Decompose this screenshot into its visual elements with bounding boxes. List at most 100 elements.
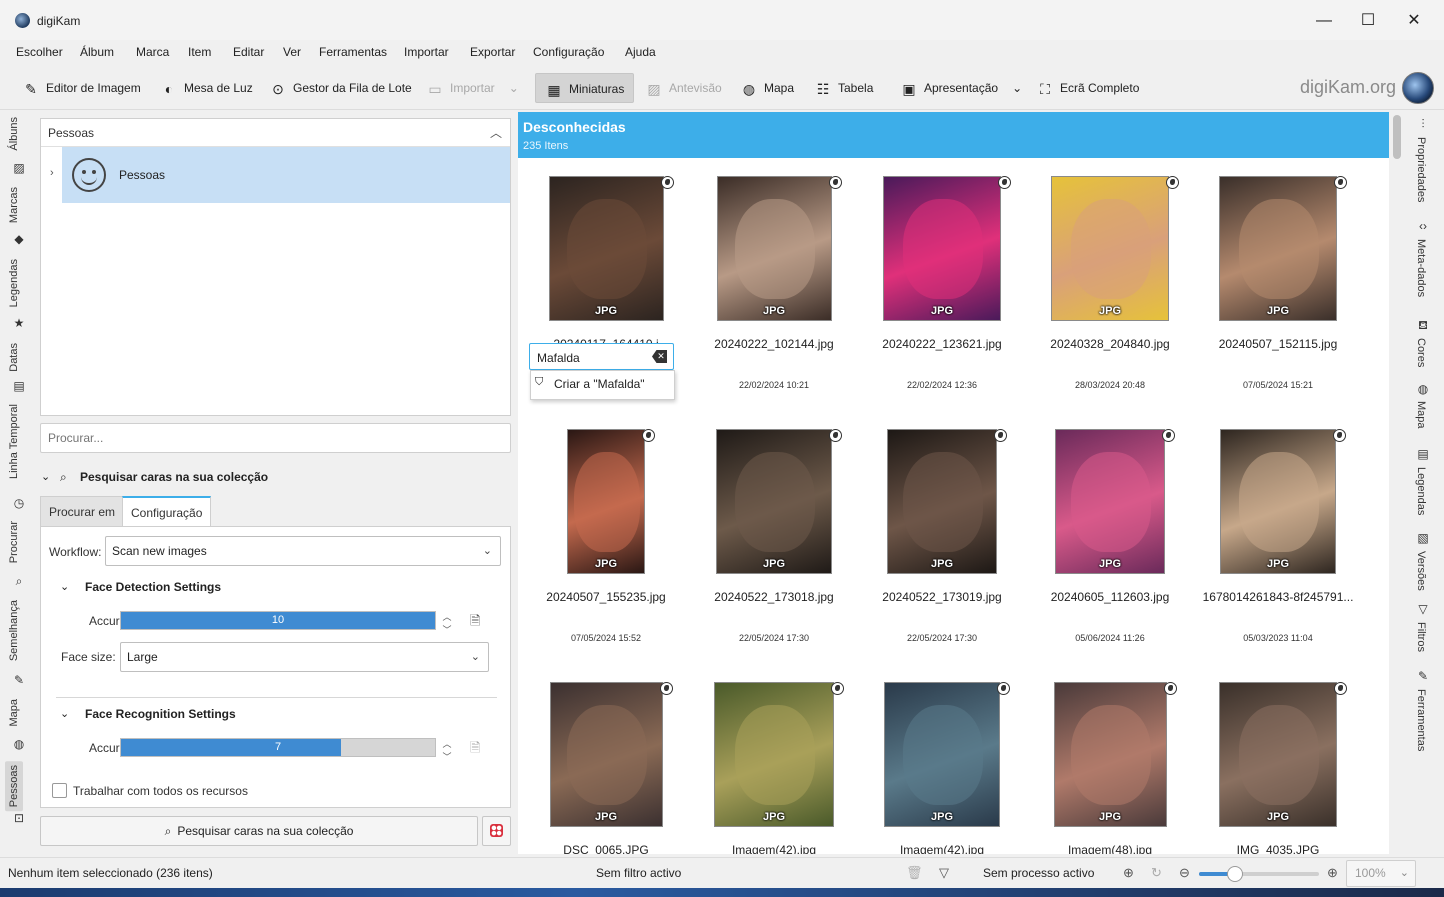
document-icon[interactable]: 🗎 [470,739,480,761]
tab-meta-dados[interactable]: Meta-dados [1415,239,1427,297]
tab-linha-temporal[interactable]: Linha Temporal [8,404,20,479]
detection-accuracy-bar[interactable]: 10 [120,611,436,630]
tab-procurar-em[interactable]: Procurar em [40,496,125,527]
zoom-in-icon[interactable]: ⊕ [1327,865,1338,881]
tab-marcas[interactable]: Marcas [8,187,20,223]
tab-procurar[interactable]: Procurar [8,521,20,563]
table-button[interactable]: ☷ Tabela [814,73,874,103]
tab-configuracao[interactable]: Configuração [122,496,212,527]
thumbnail-image[interactable]: JPG [1220,429,1336,574]
menu-configuracao[interactable]: Configuração [533,45,604,59]
menu-exportar[interactable]: Exportar [470,45,515,59]
create-tag-suggestion[interactable]: Criar a "Mafalda" [554,377,645,391]
tab-semelhanca[interactable]: Semelhança [8,600,20,661]
vertical-scrollbar[interactable] [1390,112,1404,854]
recognition-accuracy-bar[interactable]: 7 [120,738,436,757]
chevron-down-icon[interactable]: ⌄ [41,465,50,489]
close-button[interactable]: ✕ [1394,8,1434,34]
tab-filtros[interactable]: Filtros [1415,622,1427,652]
thumbnail-image[interactable]: JPG [716,176,832,321]
refresh-icon[interactable]: ↻ [1151,865,1162,881]
slideshow-dropdown-icon[interactable]: ⌄ [1012,81,1022,95]
import-button[interactable]: ▭ Importar ⌄ [426,73,519,103]
thumbnails-button[interactable]: ▦ Miniaturas [535,73,635,103]
preview-button[interactable]: ▨ Antevisão [645,73,721,103]
menu-item[interactable]: Item [188,45,211,59]
scrollbar-thumb[interactable] [1393,115,1401,159]
detection-accuracy-spinner[interactable]: ︿ ﹀ [440,611,454,639]
chevron-up-icon[interactable]: ︿ [490,119,502,147]
thumbnail-image[interactable]: JPG [1055,429,1165,574]
zoom-fit-icon[interactable]: ⊕ [1123,865,1134,881]
all-resources-checkbox[interactable] [52,783,67,798]
maximize-button[interactable]: ☐ [1348,8,1388,34]
clear-text-icon[interactable]: ✕ [652,350,667,363]
trash-icon[interactable]: 🗑 [906,865,923,881]
fullscreen-button[interactable]: ⛶ Ecrã Completo [1036,73,1139,103]
expand-arrow-icon[interactable]: › [50,167,54,179]
workflow-select[interactable]: Scan new images ⌄ [105,536,501,566]
zoom-slider-handle[interactable] [1227,866,1243,882]
image-editor-button[interactable]: ✎ Editor de Imagem [22,73,141,103]
filter-icon[interactable]: ▽ [939,865,949,881]
menu-editar[interactable]: Editar [233,45,264,59]
thumbnail-image[interactable]: JPG [1053,682,1167,827]
tab-versoes[interactable]: Versões [1415,551,1427,591]
tab-albuns[interactable]: Álbuns [8,117,20,151]
thumbnail-image[interactable]: JPG [1051,176,1169,321]
thumbnail-image[interactable]: JPG [1219,176,1337,321]
tab-ferramentas[interactable]: Ferramentas [1415,689,1427,751]
tab-datas[interactable]: Datas [8,343,20,372]
recognition-accuracy-spinner[interactable]: ︿ ﹀ [440,738,454,766]
tab-legendas-right[interactable]: Legendas [1415,467,1427,515]
chevron-down-icon[interactable]: ⌄ [60,707,69,720]
menu-ferramentas[interactable]: Ferramentas [319,45,387,59]
tab-pessoas[interactable]: Pessoas [5,761,23,812]
face-name-input[interactable]: Mafalda ✕ [529,343,674,370]
thumbnail-image[interactable]: JPG [884,682,1000,827]
menu-ajuda[interactable]: Ajuda [625,45,656,59]
thumbnail-image[interactable]: JPG [716,429,832,574]
import-dropdown-icon[interactable]: ⌄ [509,81,519,95]
menu-ver[interactable]: Ver [283,45,301,59]
tab-mapa-right[interactable]: Mapa [1415,401,1427,429]
people-panel-header[interactable]: Pessoas ︿ [41,119,510,147]
face-size-select[interactable]: Large ⌄ [120,642,489,672]
zoom-out-icon[interactable]: ⊖ [1179,865,1190,881]
face-scan-section: ⌄ ⌕ Pesquisar caras na sua colecção [40,465,511,489]
tab-legendas[interactable]: Legendas [8,259,20,307]
tab-mapa-left[interactable]: Mapa [8,699,20,727]
scan-faces-button[interactable]: ⌕ Pesquisar caras na sua colecção [40,816,478,846]
zoom-slider[interactable] [1199,866,1319,882]
slideshow-button[interactable]: ▣ Apresentação ⌄ [900,73,1022,103]
zoom-level-select[interactable]: 100% ⌄ [1346,860,1416,887]
minimize-button[interactable]: — [1304,8,1344,34]
map-button[interactable]: ◍ Mapa [740,73,794,103]
detection-settings-header[interactable]: ⌄ Face Detection Settings [60,580,221,594]
thumbnail-image[interactable]: JPG [548,176,664,321]
chevron-down-icon[interactable]: ⌄ [60,580,69,593]
face-scan-header[interactable]: ⌄ ⌕ Pesquisar caras na sua colecção [40,465,511,489]
menu-importar[interactable]: Importar [404,45,449,59]
thumbnail-image[interactable]: JPG [883,176,1001,321]
menu-escolher[interactable]: Escolher [16,45,63,59]
face-scan-options-button[interactable] [482,816,511,846]
menu-album[interactable]: Álbum [80,45,114,59]
tree-item-pessoas[interactable]: › Pessoas [50,147,510,203]
thumbnail-image[interactable]: JPG [549,682,663,827]
thumbnail-image[interactable]: JPG [714,682,834,827]
tab-propriedades[interactable]: Propriedades [1415,137,1427,202]
batch-queue-button[interactable]: ⊙ Gestor da Fila de Lote [269,73,412,103]
document-icon[interactable]: 🗎 [470,612,480,634]
thumbnail-image[interactable]: JPG [567,429,645,574]
format-badge: JPG [594,811,617,823]
thumbnail-image[interactable]: JPG [1219,682,1337,827]
people-search-input[interactable] [41,424,510,452]
menu-marca[interactable]: Marca [136,45,169,59]
recognition-settings-header[interactable]: ⌄ Face Recognition Settings [60,707,236,721]
face-crop [903,705,983,805]
thumbnail-image[interactable]: JPG [887,429,997,574]
light-table-button[interactable]: ◐ Mesa de Luz [160,73,253,103]
people-search-field[interactable] [40,423,511,453]
tab-cores[interactable]: Cores [1415,338,1427,367]
